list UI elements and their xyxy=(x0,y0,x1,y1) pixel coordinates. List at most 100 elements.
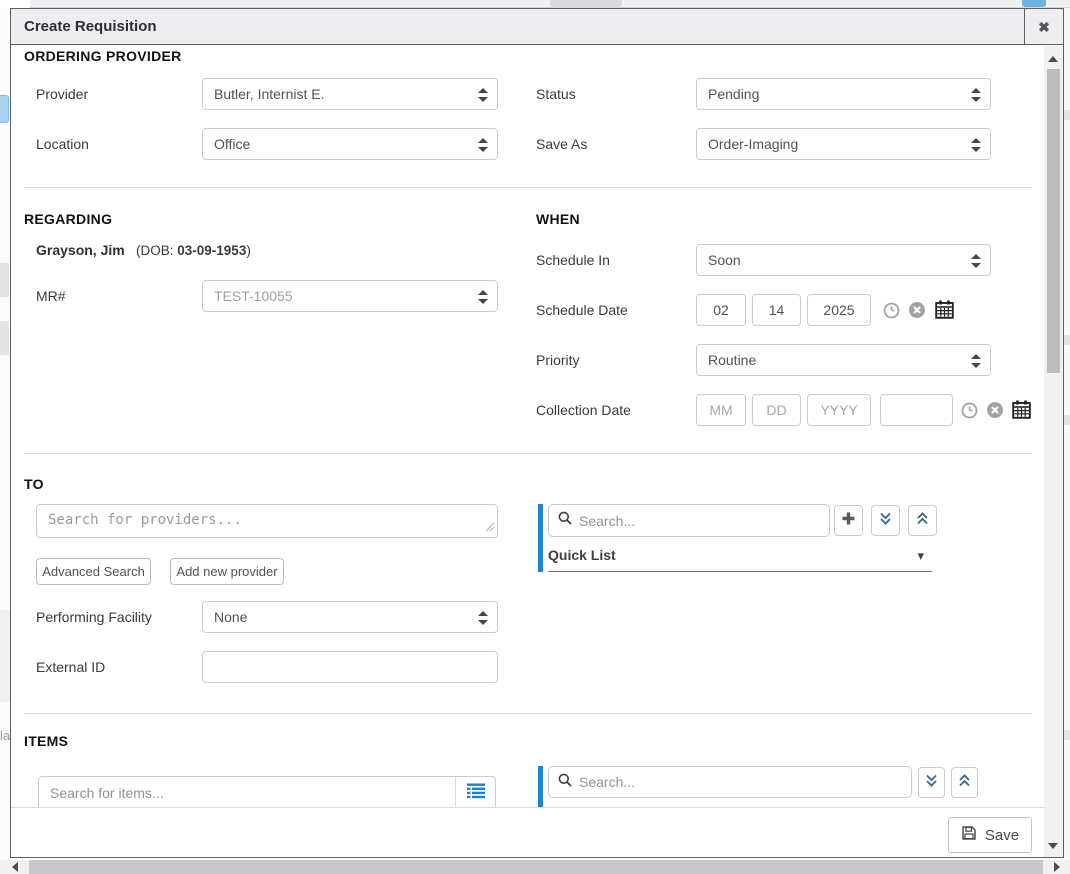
status-select[interactable]: Pending xyxy=(696,78,991,110)
background-fragment xyxy=(1064,335,1070,345)
priority-select-value: Routine xyxy=(708,352,756,368)
collection-date-clock-icon[interactable] xyxy=(961,402,978,424)
section-heading-to: TO xyxy=(24,476,44,492)
search-icon xyxy=(558,773,572,792)
items-quick-search-input[interactable] xyxy=(579,774,902,790)
schedule-date-day-input[interactable] xyxy=(752,294,801,326)
background-tab xyxy=(550,0,622,7)
section-divider xyxy=(24,187,1032,188)
schedule-date-calendar-icon[interactable] xyxy=(935,300,954,324)
section-heading-regarding: REGARDING xyxy=(24,211,112,227)
select-arrows-icon xyxy=(971,254,981,271)
select-arrows-icon xyxy=(971,354,981,371)
dob-suffix: ) xyxy=(246,243,251,258)
save-as-select-value: Order-Imaging xyxy=(708,136,798,152)
expand-all-button[interactable] xyxy=(871,505,900,536)
performing-facility-select[interactable]: None xyxy=(202,601,498,633)
section-heading-items: ITEMS xyxy=(24,733,68,749)
save-as-select[interactable]: Order-Imaging xyxy=(696,128,991,160)
select-arrows-icon xyxy=(478,138,488,155)
schedule-date-year-input[interactable] xyxy=(807,294,871,326)
collection-date-clear-icon[interactable] xyxy=(986,401,1004,424)
performing-facility-select-value: None xyxy=(214,609,247,625)
background-blue-badge xyxy=(1022,0,1046,7)
scroll-up-arrow-icon[interactable] xyxy=(1048,56,1058,62)
provider-select-value: Butler, Internist E. xyxy=(214,86,325,102)
priority-select[interactable]: Routine xyxy=(696,344,991,376)
items-expand-all-button[interactable] xyxy=(918,767,945,798)
schedule-in-select-value: Soon xyxy=(708,252,741,268)
quick-list-header[interactable]: Quick List ▾ xyxy=(548,544,932,572)
provider-label: Provider xyxy=(36,86,88,102)
patient-name: Grayson, Jim xyxy=(36,242,125,258)
background-text-fragment: la xyxy=(0,728,10,743)
background-fragment xyxy=(1064,730,1070,740)
background-fragment xyxy=(0,263,9,297)
background-fragment xyxy=(1064,110,1070,120)
section-heading-ordering-provider: ORDERING PROVIDER xyxy=(24,48,182,64)
select-arrows-icon xyxy=(478,88,488,105)
scroll-right-arrow-icon[interactable] xyxy=(1054,862,1060,872)
items-collapse-all-button[interactable] xyxy=(951,767,978,798)
chevron-down-icon: ▾ xyxy=(917,548,924,564)
close-icon: ✖ xyxy=(1038,19,1050,35)
schedule-in-select[interactable]: Soon xyxy=(696,244,991,276)
scroll-down-arrow-icon[interactable] xyxy=(1048,843,1058,849)
plus-icon xyxy=(841,511,856,531)
horizontal-scrollbar-thumb[interactable] xyxy=(29,860,1043,874)
double-chevron-down-icon xyxy=(924,773,939,793)
vertical-scrollbar-thumb[interactable] xyxy=(1047,69,1060,373)
background-fragment xyxy=(0,321,9,355)
location-label: Location xyxy=(36,136,89,152)
mr-select[interactable]: TEST-10055 xyxy=(202,280,498,312)
item-search xyxy=(38,776,496,810)
close-button[interactable]: ✖ xyxy=(1024,9,1063,45)
save-icon xyxy=(961,825,977,845)
schedule-in-label: Schedule In xyxy=(536,252,610,268)
scroll-left-arrow-icon[interactable] xyxy=(12,862,18,872)
search-icon xyxy=(558,511,572,530)
schedule-date-clock-icon[interactable] xyxy=(883,302,900,324)
to-quick-search-input[interactable] xyxy=(579,513,820,529)
section-heading-when: WHEN xyxy=(536,211,580,227)
select-arrows-icon xyxy=(478,611,488,628)
schedule-date-month-input[interactable] xyxy=(696,294,746,326)
select-arrows-icon xyxy=(971,138,981,155)
collection-date-day-input[interactable] xyxy=(752,394,801,426)
double-chevron-up-icon xyxy=(915,511,930,531)
add-to-list-button[interactable] xyxy=(834,505,863,536)
location-select[interactable]: Office xyxy=(202,128,498,160)
collection-date-calendar-icon[interactable] xyxy=(1012,400,1031,424)
double-chevron-up-icon xyxy=(957,773,972,793)
save-button-label: Save xyxy=(985,827,1019,844)
dob-value: 03-09-1953 xyxy=(177,243,246,258)
status-label: Status xyxy=(536,86,576,102)
modal-title: Create Requisition xyxy=(24,18,157,35)
provider-search-wrapper xyxy=(36,504,498,543)
table-list-icon xyxy=(466,783,486,804)
provider-search-textarea[interactable] xyxy=(36,504,498,538)
external-id-label: External ID xyxy=(36,659,105,675)
collection-date-label: Collection Date xyxy=(536,402,631,418)
resize-handle-icon[interactable] xyxy=(485,519,495,537)
mr-label: MR# xyxy=(36,288,66,304)
vertical-scrollbar[interactable] xyxy=(1044,46,1063,857)
collection-date-year-input[interactable] xyxy=(807,394,871,426)
double-chevron-down-icon xyxy=(878,511,893,531)
schedule-date-label: Schedule Date xyxy=(536,302,628,318)
add-new-provider-button[interactable]: Add new provider xyxy=(170,558,284,585)
horizontal-scrollbar[interactable] xyxy=(0,860,1070,874)
collapse-all-button[interactable] xyxy=(908,505,937,536)
collection-date-time-input[interactable] xyxy=(880,394,953,426)
item-search-input[interactable] xyxy=(50,785,455,801)
advanced-search-button[interactable]: Advanced Search xyxy=(36,558,151,585)
save-button[interactable]: Save xyxy=(948,817,1032,853)
external-id-input[interactable] xyxy=(202,651,498,683)
collection-date-month-input[interactable] xyxy=(696,394,746,426)
select-arrows-icon xyxy=(971,88,981,105)
select-arrows-icon xyxy=(478,290,488,307)
provider-select[interactable]: Butler, Internist E. xyxy=(202,78,498,110)
schedule-date-clear-icon[interactable] xyxy=(908,301,926,324)
item-list-button[interactable] xyxy=(455,777,495,809)
location-select-value: Office xyxy=(214,136,250,152)
